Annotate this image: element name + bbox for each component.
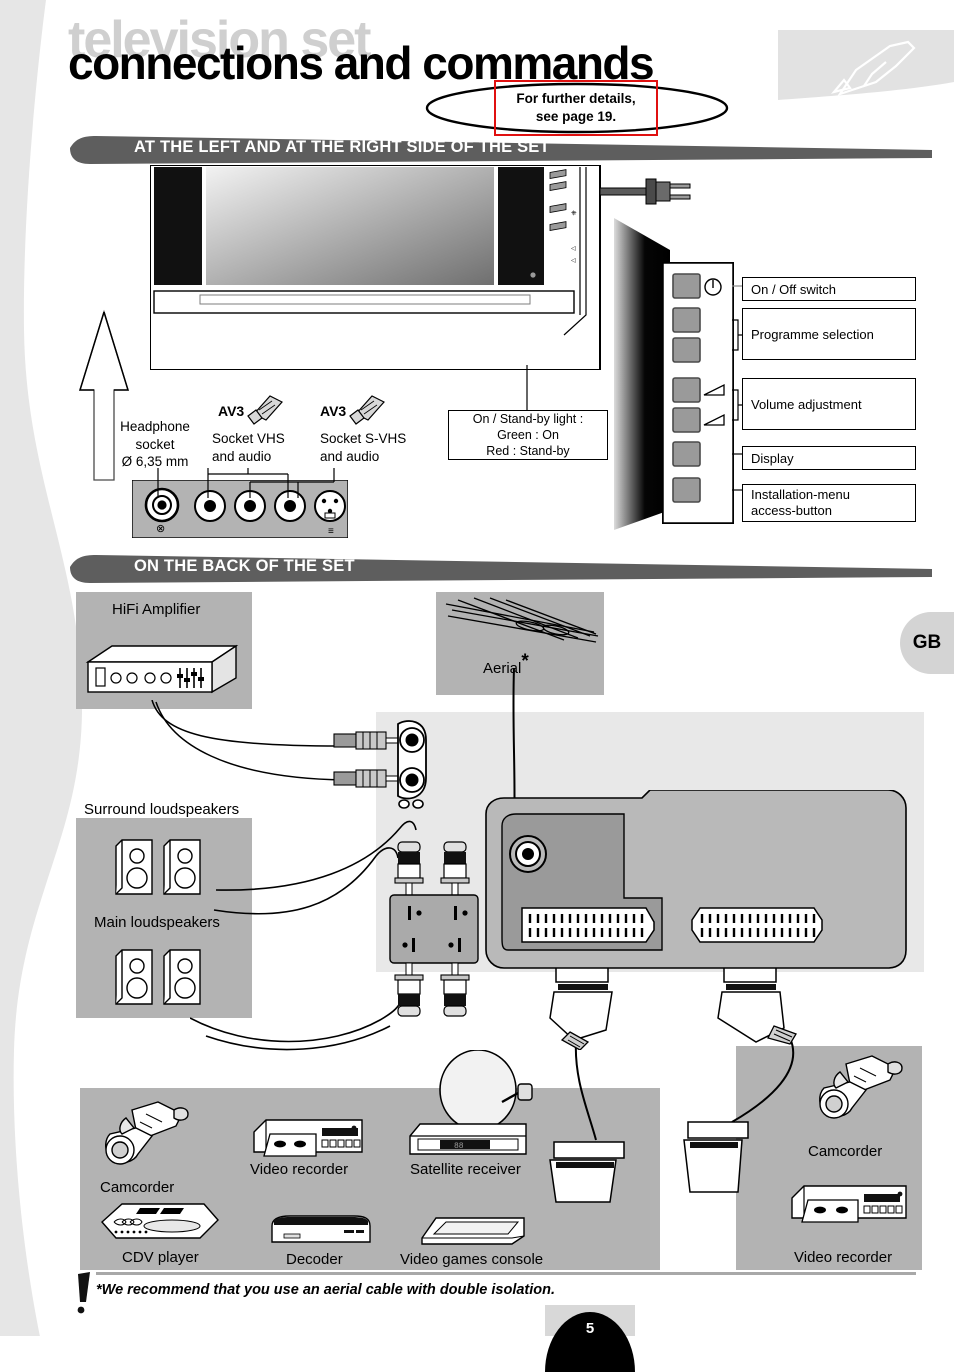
headphone-socket-label: Headphone socket Ø 6,35 mm [110, 418, 200, 471]
speaker-junction-box [388, 840, 480, 1020]
callout-line-2: see page 19. [535, 109, 617, 125]
socket-svhs-line-1: Socket S-VHS [320, 431, 407, 446]
svg-text:◁: ◁ [571, 258, 576, 264]
socket-vhs-line-2: and audio [212, 448, 272, 464]
standby-line-2: Green : On [497, 427, 559, 442]
av3-svhs-tag: AV3 [320, 403, 347, 419]
socket-leader-lines [140, 468, 360, 498]
footnote: *We recommend that you use an aerial cab… [96, 1282, 555, 1298]
video-recorder-label-left: Video recorder [250, 1161, 349, 1178]
video-recorder-icon-left [250, 1118, 366, 1166]
headphone-line-2: socket [135, 436, 175, 452]
callout-text: For further details, see page 19. [494, 90, 658, 126]
svg-text:88: 88 [454, 1142, 464, 1151]
side-control-panel [662, 262, 734, 524]
cdv-player-label: CDV player [122, 1249, 199, 1266]
cdv-player-icon [100, 1200, 222, 1242]
decoder-icon [266, 1212, 376, 1250]
video-recorder-label-right: Video recorder [794, 1249, 893, 1266]
satellite-receiver-icon: 88 [406, 1122, 530, 1164]
video-recorder-icon-right [788, 1184, 912, 1232]
aerial-antenna-icon [444, 596, 602, 652]
av3-vhs-tag: AV3 [218, 403, 245, 419]
scart-cable-right [680, 1030, 820, 1210]
svg-text:⎈: ⎈ [571, 210, 577, 217]
scart-plug-right [716, 968, 816, 1050]
footnote-text: We recommend that you use an aerial cabl… [101, 1282, 556, 1298]
camcorder-label-left: Camcorder [100, 1179, 175, 1196]
svg-text:≡: ≡ [328, 526, 334, 537]
standby-leader-line [525, 365, 529, 413]
scart-plug-left [548, 968, 628, 1050]
socket-vhs-line-1: Socket VHS [212, 431, 285, 446]
section-heading-left-right: AT THE LEFT AND AT THE RIGHT SIDE OF THE… [134, 138, 550, 156]
camcorder-icon-left [96, 1100, 192, 1174]
installation-menu-line-1: Installation-menu [751, 486, 850, 502]
scart-connector-icon-svhs [348, 392, 388, 426]
main-loudspeakers-label: Main loudspeakers [94, 914, 220, 931]
hifi-amplifier-icon [84, 640, 244, 702]
section-heading-back: ON THE BACK OF THE SET [134, 557, 355, 575]
satellite-receiver-label: Satellite receiver [410, 1161, 521, 1178]
installation-menu-line-2: access-button [751, 503, 832, 518]
label-display: Display [742, 446, 916, 470]
footnote-rule [96, 1272, 916, 1276]
svg-text:⊗: ⊗ [156, 523, 165, 535]
socket-svhs-line-2: and audio [320, 448, 380, 464]
main-loudspeakers-icon [112, 948, 212, 1010]
standby-line-1: On / Stand-by light : [472, 411, 584, 426]
headphone-line-1: Headphone [120, 419, 190, 434]
tv-front-illustration: ⎈ ◁ ◁ [150, 165, 620, 370]
socket-vhs-label: Socket VHS and audio [212, 430, 285, 465]
camcorder-icon-right [810, 1054, 906, 1128]
surround-loudspeakers-label: Surround loudspeakers [84, 801, 240, 818]
label-volume-adjustment: Volume adjustment [742, 378, 916, 430]
svg-text:◁: ◁ [571, 246, 576, 252]
standby-light-box: On / Stand-by light : Green : On Red : S… [448, 410, 608, 460]
scart-cable-left [540, 1040, 660, 1210]
power-plug-icon [600, 172, 700, 212]
language-tab-gb[interactable]: GB [900, 612, 954, 674]
label-programme-selection: Programme selection [742, 308, 916, 360]
video-games-console-icon [420, 1214, 528, 1248]
scart-connector-icon-vhs [246, 392, 286, 426]
aerial-label: Aerial* [483, 650, 529, 679]
label-on-off-switch: On / Off switch [742, 277, 916, 301]
callout-line-1: For further details, [516, 91, 636, 106]
standby-line-3: Red : Stand-by [486, 444, 570, 459]
aerial-label-text: Aerial [483, 660, 522, 677]
remote-control-decoration [778, 30, 954, 100]
video-games-console-label: Video games console [400, 1251, 544, 1268]
surround-loudspeakers-icon [112, 838, 212, 900]
rca-sockets [330, 720, 460, 810]
decoder-label: Decoder [286, 1251, 343, 1268]
socket-svhs-label: Socket S-VHS and audio [320, 430, 406, 465]
camcorder-label-right: Camcorder [808, 1143, 883, 1160]
label-installation-menu-access-button: Installation-menu access-button [742, 484, 916, 522]
aerial-asterisk: * [521, 651, 529, 672]
satellite-dish-icon [434, 1050, 544, 1132]
hifi-amplifier-label: HiFi Amplifier [112, 601, 201, 618]
warning-exclamation-icon [72, 1272, 98, 1316]
tv-rear-panel [484, 790, 908, 972]
